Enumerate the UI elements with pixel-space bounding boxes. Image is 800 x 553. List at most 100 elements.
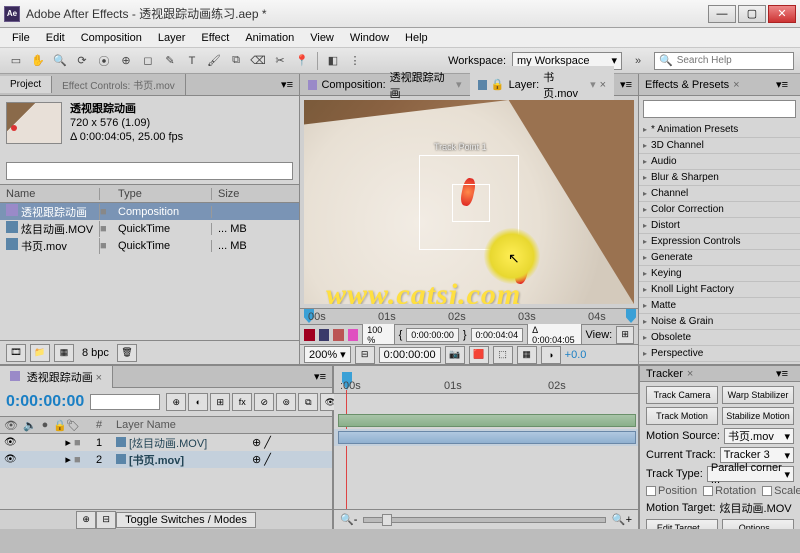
effects-category[interactable]: Perspective (639, 346, 800, 362)
hand-tool[interactable]: ✋ (28, 51, 48, 71)
effects-category[interactable]: Matte (639, 298, 800, 314)
tl-btn-4[interactable]: fx (232, 393, 252, 411)
bpc-label[interactable]: 8 bpc (82, 347, 109, 359)
panel-menu-icon[interactable]: ▾≡ (275, 78, 299, 91)
close-icon[interactable]: × (96, 372, 102, 384)
exposure-value[interactable]: +0.0 (565, 349, 587, 361)
effects-category[interactable]: Generate (639, 250, 800, 266)
tl-btn-6[interactable]: ⊚ (276, 393, 296, 411)
timeline-graph[interactable]: :00s 01s 02s 🔍- 🔍+ (334, 366, 638, 529)
tab-effect-controls[interactable]: Effect Controls: 书页.mov (52, 74, 186, 95)
zoom-in-icon[interactable]: 🔍+ (612, 513, 632, 526)
project-row[interactable]: 透视跟踪动画 ■ Composition (0, 203, 299, 220)
effects-category[interactable]: Red Giant (639, 362, 800, 364)
project-search-input[interactable] (6, 162, 293, 180)
col-type[interactable]: Type (112, 188, 212, 200)
zoom-tool[interactable]: 🔍 (50, 51, 70, 71)
current-track-select[interactable]: Tracker 3▾ (720, 447, 794, 463)
maximize-button[interactable]: ▢ (738, 5, 766, 23)
tab-composition-viewer[interactable]: Composition: 透视跟踪动画 ▾ (300, 66, 470, 104)
effects-category[interactable]: Expression Controls (639, 234, 800, 250)
options-button[interactable]: Options... (722, 519, 794, 529)
eraser-tool[interactable]: ⌫ (248, 51, 268, 71)
menu-composition[interactable]: Composition (73, 30, 150, 46)
effects-category[interactable]: Channel (639, 186, 800, 202)
timeline-layer-row[interactable]: 👁 ▸ ■ 2 [书页.mov] ⊕ ╱ (0, 451, 332, 468)
tl-foot-btn[interactable]: ⊕ (76, 511, 96, 529)
effects-category[interactable]: Distort (639, 218, 800, 234)
timeline-ruler[interactable]: :00s 01s 02s (334, 366, 638, 394)
tl-foot-btn[interactable]: ⊟ (96, 511, 116, 529)
footage-ruler[interactable]: 00s 01s 02s 03s 04s (300, 308, 638, 324)
resolution-button[interactable]: ⊟ (355, 346, 375, 364)
brush-tool[interactable]: 🖌 (204, 51, 224, 71)
toggle-switches-button[interactable]: Toggle Switches / Modes (116, 512, 256, 528)
panel-menu-icon[interactable]: ▾≡ (770, 78, 794, 91)
col-size[interactable]: Size (212, 188, 262, 200)
work-area-end[interactable] (626, 309, 636, 323)
effects-category[interactable]: Keying (639, 266, 800, 282)
tl-btn-1[interactable]: ⊕ (166, 393, 186, 411)
panel-menu-icon[interactable]: ▾≡ (770, 367, 794, 380)
tl-btn-7[interactable]: ⧉ (298, 393, 318, 411)
zoom-select[interactable]: 200%▾ (304, 346, 351, 363)
opacity-value[interactable]: 100 % (362, 323, 394, 347)
tc-in[interactable]: 0:00:00:00 (406, 328, 459, 342)
tab-layer-viewer[interactable]: 🔒 Layer: 书页.mov ▾ × (470, 66, 615, 104)
position-checkbox[interactable]: Position (646, 485, 697, 497)
scale-checkbox[interactable]: Scale (762, 485, 800, 497)
grid-button[interactable]: ▦ (517, 346, 537, 364)
text-tool[interactable]: T (182, 51, 202, 71)
rotation-checkbox[interactable]: Rotation (703, 485, 756, 497)
menu-animation[interactable]: Animation (237, 30, 302, 46)
warp-stabilizer-button[interactable]: Warp Stabilizer (722, 386, 794, 404)
pen-tool[interactable]: ✎ (160, 51, 180, 71)
roto-tool[interactable]: ✂ (270, 51, 290, 71)
panel-menu-icon[interactable]: ▾≡ (614, 78, 638, 91)
channel-button[interactable]: 🟥 (469, 346, 489, 364)
project-row[interactable]: 炫目动画.MOV ■ QuickTime ... MB (0, 220, 299, 237)
menu-layer[interactable]: Layer (150, 30, 194, 46)
effects-category[interactable]: Audio (639, 154, 800, 170)
tl-btn-3[interactable]: ⊞ (210, 393, 230, 411)
region-button[interactable]: ⬚ (493, 346, 513, 364)
anchor-tool[interactable]: ⊕ (116, 51, 136, 71)
effects-category[interactable]: 3D Channel (639, 138, 800, 154)
track-motion-button[interactable]: Track Motion (646, 407, 718, 425)
interpret-footage-button[interactable]: 🎞 (6, 344, 26, 362)
menu-file[interactable]: File (4, 30, 38, 46)
menu-effect[interactable]: Effect (193, 30, 237, 46)
close-button[interactable]: ✕ (768, 5, 796, 23)
timeline-search-input[interactable] (90, 394, 160, 410)
timeline-layer-row[interactable]: 👁 ▸ ■ 1 [炫目动画.MOV] ⊕ ╱ (0, 434, 332, 451)
edit-target-button[interactable]: Edit Target... (646, 519, 718, 529)
effects-category[interactable]: Noise & Grain (639, 314, 800, 330)
tab-project[interactable]: Project (0, 76, 52, 93)
motion-source-select[interactable]: 书页.mov▾ (724, 428, 794, 444)
timecode-display[interactable]: 0:00:00:00 (379, 347, 441, 363)
effects-category[interactable]: * Animation Presets (639, 122, 800, 138)
project-row[interactable]: 书页.mov ■ QuickTime ... MB (0, 237, 299, 254)
help-search[interactable]: 🔍 (654, 52, 794, 70)
close-icon[interactable]: × (733, 79, 739, 91)
timeline-tab[interactable]: 透视跟踪动画 × (0, 366, 113, 388)
close-icon[interactable]: × (687, 368, 693, 380)
zoom-slider[interactable] (363, 517, 606, 523)
effects-category[interactable]: Knoll Light Factory (639, 282, 800, 298)
out-bracket-icon[interactable]: } (463, 329, 467, 341)
stamp-tool[interactable]: ⧉ (226, 51, 246, 71)
camera-tool[interactable]: ⦿ (94, 51, 114, 71)
effects-category[interactable]: Obsolete (639, 330, 800, 346)
selection-tool[interactable]: ▭ (6, 51, 26, 71)
current-time[interactable]: 0:00:00:00 (6, 393, 84, 411)
layer-viewport[interactable]: Track Point 1 ↖ www.cgtsj.com (304, 100, 634, 304)
track-camera-button[interactable]: Track Camera (646, 386, 718, 404)
mask-button[interactable]: ◑ (541, 346, 561, 364)
tl-btn-5[interactable]: ⊘ (254, 393, 274, 411)
new-comp-button[interactable]: ▦ (54, 344, 74, 362)
new-folder-button[interactable]: 📁 (30, 344, 50, 362)
delete-button[interactable]: 🗑 (117, 344, 137, 362)
effects-search-input[interactable] (643, 100, 796, 118)
menu-window[interactable]: Window (342, 30, 397, 46)
tc-out[interactable]: 0:00:04:04 (471, 328, 524, 342)
